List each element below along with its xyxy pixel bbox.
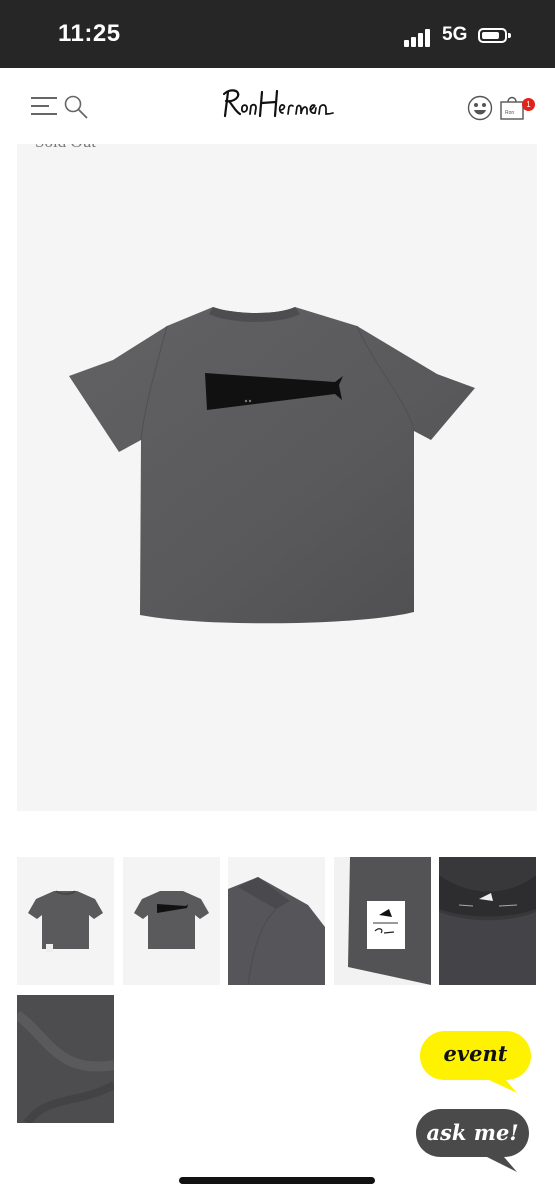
status-bar: 11:25 5G (0, 0, 555, 68)
network-label: 5G (442, 24, 468, 45)
product-main-image[interactable]: Sold Out (17, 144, 537, 811)
event-chat-bubble[interactable]: event (419, 1030, 532, 1093)
site-header: Ron 1 (0, 68, 555, 144)
battery-icon (478, 28, 511, 43)
svg-text:Ron: Ron (505, 110, 514, 116)
tshirt-back-thumb-image (134, 891, 209, 949)
tshirt-side-thumb-image (228, 877, 325, 985)
fabric-detail-thumb-image (17, 995, 114, 1123)
brand-logo[interactable] (220, 86, 334, 129)
ask-me-chat-bubble[interactable]: ask me! (415, 1108, 530, 1172)
collar-label-thumb-image (439, 857, 536, 985)
home-indicator[interactable] (179, 1177, 375, 1184)
tag-detail-thumb-image (334, 857, 431, 985)
tshirt-back-image (69, 307, 475, 624)
thumbnail-front[interactable] (17, 857, 114, 985)
cart-count-badge: 1 (522, 98, 535, 111)
tshirt-front-thumb-image (28, 890, 103, 952)
thumbnail-collar[interactable] (439, 857, 536, 985)
menu-icon[interactable] (31, 95, 57, 117)
account-icon[interactable] (467, 95, 493, 121)
brand-logo-mark (222, 89, 334, 118)
thumbnail-tag[interactable] (334, 857, 431, 985)
ask-me-label: ask me! (426, 1120, 519, 1145)
thumbnail-side[interactable] (228, 857, 325, 985)
status-time: 11:25 (58, 20, 121, 47)
search-icon[interactable] (63, 94, 89, 120)
signal-icon (404, 27, 434, 47)
event-label: event (443, 1041, 508, 1066)
thumbnail-back[interactable] (123, 857, 220, 985)
thumbnail-fabric[interactable] (17, 995, 114, 1123)
